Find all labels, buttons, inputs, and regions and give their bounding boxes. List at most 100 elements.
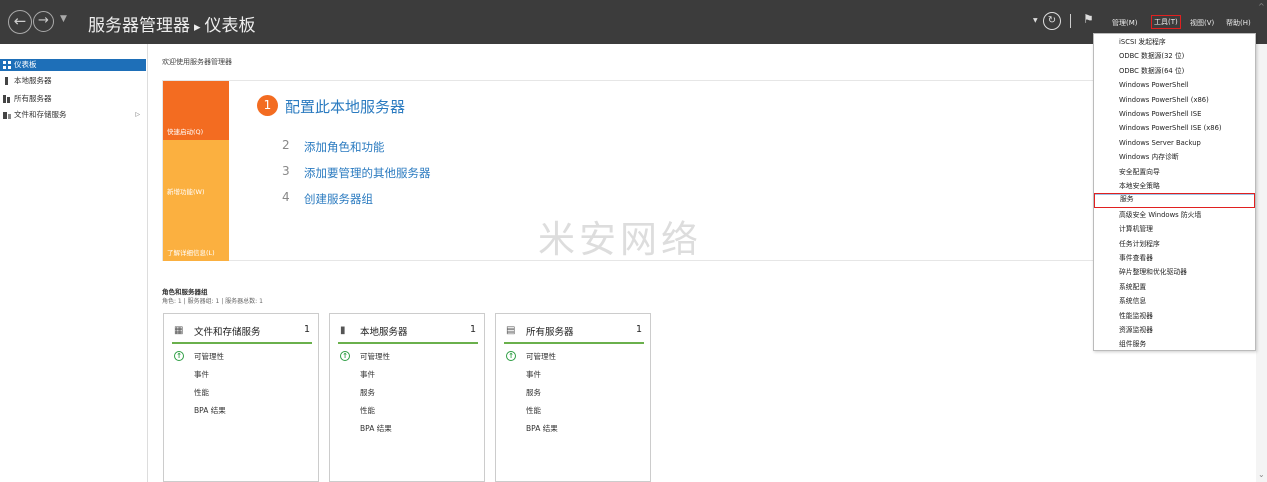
- title-bar: ← → ▼ 服务器管理器 ▸ 仪表板 ▼ ↻ ⚑ 管理(M) 工具(T) 视图(V)…: [0, 0, 1267, 44]
- breadcrumb-current: 仪表板: [204, 16, 256, 36]
- back-button[interactable]: ←: [8, 10, 32, 34]
- history-dropdown-icon[interactable]: ▼: [60, 14, 67, 24]
- card-row-performance[interactable]: 性能: [194, 387, 209, 398]
- tile-quick-start[interactable]: 快速启动(Q): [163, 81, 229, 140]
- card-row-manageability[interactable]: 可管理性: [360, 351, 390, 362]
- storage-icon: ▦: [174, 325, 184, 336]
- refresh-icon[interactable]: ↻: [1043, 12, 1061, 30]
- sidebar-item-all-servers[interactable]: 所有服务器: [0, 93, 146, 105]
- menu-item-system-info[interactable]: 系统信息: [1094, 294, 1255, 308]
- step-create-group[interactable]: 创建服务器组: [304, 191, 373, 207]
- step-add-roles[interactable]: 添加角色和功能: [304, 139, 385, 155]
- sidebar: 仪表板 本地服务器 所有服务器 文件和存储服务 ▷: [0, 44, 148, 482]
- menu-help[interactable]: 帮助(H): [1226, 18, 1251, 28]
- tile-label: 快速启动(Q): [167, 128, 204, 136]
- menu-item-system-config[interactable]: 系统配置: [1094, 280, 1255, 294]
- card-count: 1: [469, 324, 476, 335]
- menu-item-iscsi[interactable]: iSCSI 发起程序: [1094, 35, 1255, 49]
- menu-item-powershell-ise[interactable]: Windows PowerShell ISE: [1094, 107, 1255, 121]
- menu-item-defragment[interactable]: 碎片整理和优化驱动器: [1094, 265, 1255, 279]
- tools-dropdown-menu: iSCSI 发起程序 ODBC 数据源(32 位) ODBC 数据源(64 位)…: [1093, 33, 1256, 351]
- card-title: 本地服务器: [360, 327, 408, 338]
- scroll-up-icon[interactable]: ^: [1258, 2, 1265, 11]
- menu-item-odbc-64[interactable]: ODBC 数据源(64 位): [1094, 64, 1255, 78]
- card-row-bpa[interactable]: BPA 结果: [526, 423, 558, 434]
- menu-view[interactable]: 视图(V): [1190, 18, 1214, 28]
- card-title: 所有服务器: [526, 327, 574, 338]
- card-row-services[interactable]: 服务: [360, 387, 375, 398]
- sidebar-item-label: 本地服务器: [14, 76, 52, 85]
- refresh-dropdown-icon[interactable]: ▼: [1033, 17, 1038, 24]
- roles-subtitle: 角色: 1 | 服务器组: 1 | 服务器总数: 1: [162, 298, 263, 305]
- status-ok-icon: ↑: [174, 351, 184, 361]
- menu-item-powershell[interactable]: Windows PowerShell: [1094, 78, 1255, 92]
- storage-icon: [3, 112, 11, 119]
- card-title: 文件和存储服务: [194, 327, 261, 338]
- card-row-performance[interactable]: 性能: [360, 405, 375, 416]
- card-header: ▦ 文件和存储服务 1: [172, 324, 312, 344]
- menu-item-performance-monitor[interactable]: 性能监视器: [1094, 309, 1255, 323]
- status-ok-icon: ↑: [506, 351, 516, 361]
- breadcrumb-separator-icon: ▸: [194, 20, 201, 35]
- sidebar-item-label: 仪表板: [14, 60, 37, 69]
- step-add-servers[interactable]: 添加要管理的其他服务器: [304, 165, 431, 181]
- scroll-down-icon[interactable]: ⌄: [1258, 470, 1265, 479]
- card-row-manageability[interactable]: 可管理性: [526, 351, 556, 362]
- app-title: 服务器管理器: [88, 16, 190, 36]
- servers-icon: [3, 95, 10, 103]
- menu-item-local-security-policy[interactable]: 本地安全策略: [1094, 179, 1255, 193]
- roles-title: 角色和服务器组: [162, 288, 208, 296]
- menu-item-memory-diagnostic[interactable]: Windows 内存诊断: [1094, 150, 1255, 164]
- status-ok-icon: ↑: [340, 351, 350, 361]
- menu-item-component-services[interactable]: 组件服务: [1094, 337, 1255, 351]
- menu-item-server-backup[interactable]: Windows Server Backup: [1094, 136, 1255, 150]
- vertical-scrollbar[interactable]: [1256, 44, 1267, 482]
- card-row-events[interactable]: 事件: [360, 369, 375, 380]
- notifications-flag-icon[interactable]: ⚑: [1083, 12, 1094, 26]
- sidebar-item-dashboard[interactable]: 仪表板: [0, 59, 146, 71]
- server-icon: ▮: [340, 325, 346, 336]
- tile-learn-more[interactable]: 了解详细信息(L): [163, 200, 229, 261]
- dashboard-icon: [3, 61, 11, 69]
- card-row-bpa[interactable]: BPA 结果: [360, 423, 392, 434]
- expand-arrow-icon[interactable]: ▷: [135, 109, 140, 121]
- menu-tools[interactable]: 工具(T): [1151, 15, 1181, 29]
- menu-item-security-wizard[interactable]: 安全配置向导: [1094, 165, 1255, 179]
- menu-item-odbc-32[interactable]: ODBC 数据源(32 位): [1094, 49, 1255, 63]
- card-row-services[interactable]: 服务: [526, 387, 541, 398]
- card-row-manageability[interactable]: 可管理性: [194, 351, 224, 362]
- tile-whats-new[interactable]: 新增功能(W): [163, 140, 229, 200]
- step-number: 2: [282, 138, 290, 152]
- card-header: ▮ 本地服务器 1: [338, 324, 478, 344]
- card-row-bpa[interactable]: BPA 结果: [194, 405, 226, 416]
- sidebar-item-file-storage[interactable]: 文件和存储服务 ▷: [0, 109, 146, 121]
- menu-item-firewall[interactable]: 高级安全 Windows 防火墙: [1094, 208, 1255, 222]
- role-card-file-storage[interactable]: ▦ 文件和存储服务 1 ↑ 可管理性 事件 性能 BPA 结果: [163, 313, 319, 482]
- tile-label: 新增功能(W): [167, 188, 205, 196]
- step-number: 4: [282, 190, 290, 204]
- toolbar-divider: [1070, 14, 1071, 28]
- menu-item-powershell-ise-x86[interactable]: Windows PowerShell ISE (x86): [1094, 121, 1255, 135]
- card-row-events[interactable]: 事件: [194, 369, 209, 380]
- card-header: ▤ 所有服务器 1: [504, 324, 644, 344]
- page-title: 服务器管理器 ▸ 仪表板: [88, 11, 256, 36]
- card-row-events[interactable]: 事件: [526, 369, 541, 380]
- card-row-performance[interactable]: 性能: [526, 405, 541, 416]
- step-configure-local-server[interactable]: 配置此本地服务器: [285, 96, 405, 117]
- menu-manage[interactable]: 管理(M): [1112, 18, 1138, 28]
- menu-item-event-viewer[interactable]: 事件查看器: [1094, 251, 1255, 265]
- sidebar-item-local-server[interactable]: 本地服务器: [0, 75, 146, 87]
- role-card-local-server[interactable]: ▮ 本地服务器 1 ↑ 可管理性 事件 服务 性能 BPA 结果: [329, 313, 485, 482]
- menu-item-task-scheduler[interactable]: 任务计划程序: [1094, 237, 1255, 251]
- forward-button[interactable]: →: [33, 11, 54, 32]
- tile-label: 了解详细信息(L): [167, 249, 215, 257]
- sidebar-item-label: 所有服务器: [14, 94, 52, 103]
- menu-item-powershell-x86[interactable]: Windows PowerShell (x86): [1094, 93, 1255, 107]
- menu-item-services[interactable]: 服务: [1094, 193, 1255, 208]
- welcome-heading: 欢迎使用服务器管理器: [162, 58, 232, 66]
- menu-item-resource-monitor[interactable]: 资源监视器: [1094, 323, 1255, 337]
- role-card-all-servers[interactable]: ▤ 所有服务器 1 ↑ 可管理性 事件 服务 性能 BPA 结果: [495, 313, 651, 482]
- server-icon: [5, 77, 8, 85]
- watermark: 米安网络: [538, 218, 702, 261]
- menu-item-computer-management[interactable]: 计算机管理: [1094, 222, 1255, 236]
